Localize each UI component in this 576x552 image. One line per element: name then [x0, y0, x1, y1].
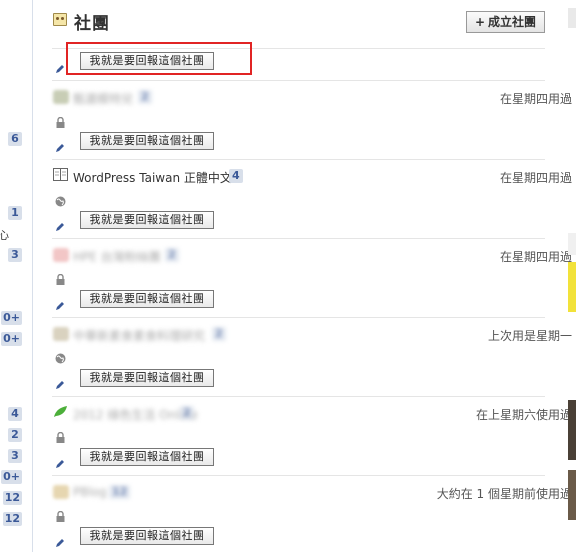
group-name[interactable]: HPE 台灣粉絲團	[73, 248, 161, 265]
right-edge-fragment	[568, 233, 576, 255]
lock-icon	[56, 117, 65, 128]
left-sidebar-strip: 6 1 心 3 0+ 0+ 4 2 3 0+ 12 12	[0, 0, 33, 552]
group-count-badge: 12	[109, 485, 131, 499]
page-title: 社團	[74, 14, 110, 34]
group-icon	[53, 327, 69, 341]
group-last-used: 上次用是星期一	[487, 329, 572, 343]
group-name[interactable]: 中華新素食素食料理研究	[73, 327, 205, 344]
divider	[52, 317, 545, 318]
left-count-badge[interactable]: 2	[8, 428, 22, 442]
group-last-used: 在星期四用過	[499, 92, 572, 106]
pencil-icon[interactable]	[55, 143, 65, 153]
left-count-badge[interactable]: 12	[2, 512, 22, 526]
group-last-used: 在上星期六使用過	[475, 408, 572, 422]
globe-icon	[55, 353, 66, 364]
group-count-badge: 2	[138, 90, 152, 104]
pencil-icon[interactable]	[55, 301, 65, 311]
group-count-badge: 4	[229, 169, 243, 183]
left-text-fragment: 心	[0, 229, 9, 242]
group-count-badge: 2	[180, 406, 194, 420]
divider	[52, 159, 545, 160]
right-edge-fragment	[568, 8, 576, 28]
group-last-used: 大約在 1 個星期前使用過	[436, 487, 572, 501]
left-count-badge[interactable]: 3	[8, 449, 22, 463]
pencil-icon[interactable]	[55, 380, 65, 390]
groups-icon	[53, 13, 67, 26]
red-highlight-box	[66, 42, 252, 75]
left-count-badge[interactable]: 4	[8, 407, 22, 421]
group-last-used: 在星期四用過	[499, 171, 572, 185]
report-group-button[interactable]: 我就是要回報這個社團	[80, 290, 214, 308]
right-edge-fragment	[568, 262, 576, 312]
report-group-button[interactable]: 我就是要回報這個社團	[80, 448, 214, 466]
pencil-icon[interactable]	[55, 64, 65, 74]
report-group-button[interactable]: 我就是要回報這個社團	[80, 132, 214, 150]
pencil-icon[interactable]	[55, 222, 65, 232]
left-count-badge[interactable]: 12	[2, 491, 22, 505]
globe-icon	[55, 196, 66, 207]
group-name[interactable]: 甄選模特兒	[73, 90, 133, 107]
right-edge-fragment	[568, 400, 576, 460]
pencil-icon[interactable]	[55, 538, 65, 548]
divider	[52, 475, 545, 476]
leaf-icon	[54, 406, 67, 417]
left-count-badge[interactable]: 0+	[1, 470, 22, 484]
lock-icon	[56, 432, 65, 443]
left-count-badge[interactable]: 0+	[1, 332, 22, 346]
report-group-button[interactable]: 我就是要回報這個社團	[80, 527, 214, 545]
group-count-badge: 2	[165, 248, 179, 262]
report-group-button[interactable]: 我就是要回報這個社團	[80, 211, 214, 229]
group-last-used: 在星期四用過	[499, 250, 572, 264]
report-group-button[interactable]: 我就是要回報這個社團	[80, 369, 214, 387]
left-count-badge[interactable]: 0+	[1, 311, 22, 325]
divider	[52, 238, 545, 239]
book-icon	[53, 168, 68, 181]
divider	[52, 396, 545, 397]
group-icon	[53, 248, 69, 262]
create-group-label: 成立社團	[488, 15, 537, 29]
group-count-badge: 2	[212, 327, 226, 341]
plus-icon: +	[474, 15, 486, 29]
left-count-badge[interactable]: 6	[8, 132, 22, 146]
group-icon	[53, 485, 69, 499]
pencil-icon[interactable]	[55, 459, 65, 469]
divider	[52, 80, 545, 81]
group-name[interactable]: WordPress Taiwan 正體中文	[73, 169, 232, 186]
create-group-button[interactable]: + 成立社團	[466, 11, 545, 33]
right-edge-fragment	[568, 470, 576, 520]
left-count-badge[interactable]: 3	[8, 248, 22, 262]
group-icon	[53, 90, 69, 104]
lock-icon	[56, 274, 65, 285]
left-count-badge[interactable]: 1	[8, 206, 22, 220]
lock-icon	[56, 511, 65, 522]
group-name[interactable]: PBlog	[73, 485, 107, 499]
